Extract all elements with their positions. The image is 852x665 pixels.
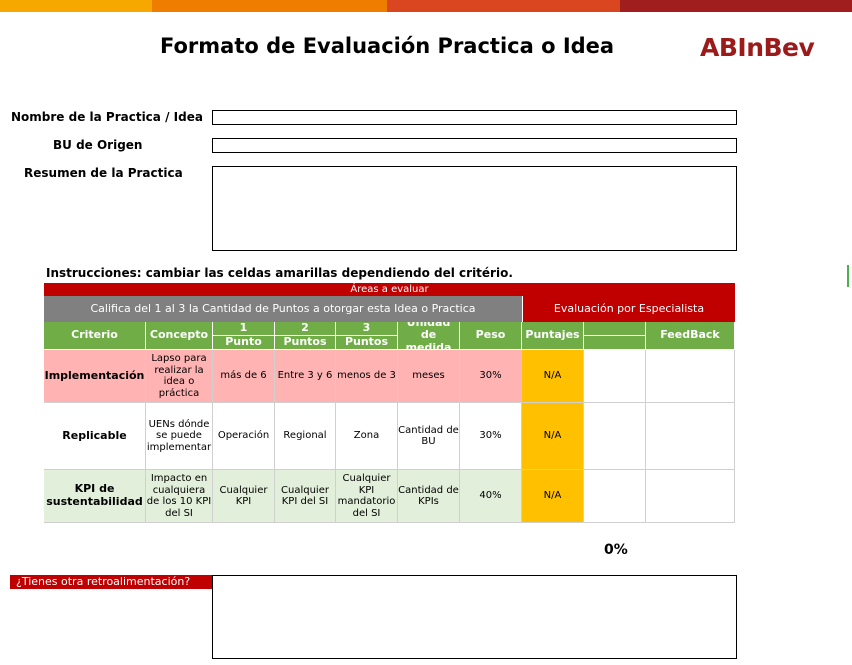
col-p1-num: 1 [213,322,275,336]
name-label: Nombre de la Practica / Idea [11,110,203,124]
page-title: Formato de Evaluación Practica o Idea [160,34,615,58]
col-peso: Peso [460,322,522,350]
abinbev-logo: ABInBev [700,33,815,62]
col-p1-label: Punto [213,336,275,350]
areas-header: Áreas a evaluar [44,283,735,296]
col-unidad: Unidad de medida [398,322,460,350]
name-field[interactable] [212,110,737,125]
col-p2-num: 2 [275,322,336,336]
row-3-peso: 40% [460,470,522,523]
row-3-puntaje[interactable]: N/A [522,470,584,523]
col-concepto: Concepto [146,322,213,350]
col-feedback: FeedBack [646,322,735,350]
row-3-p2: Cualquier KPI del SI [275,470,336,523]
col-criterio: Criterio [44,322,146,350]
evaluacion-header: Evaluación por Especialista [522,296,735,322]
row-1-criterio: Implementación [44,350,146,403]
row-3-feedback[interactable] [646,470,735,523]
row-2-p3: Zona [336,403,398,470]
row-1-concepto: Lapso para realizar la idea o práctica [146,350,213,403]
row-1-p3: menos de 3 [336,350,398,403]
col-p3-num: 3 [336,322,398,336]
row-2-blank[interactable] [584,403,646,470]
summary-field[interactable] [212,166,737,251]
row-3-criterio: KPI de sustentabilidad [44,470,146,523]
row-3-p3: Cualquier KPI mandatorio del SI [336,470,398,523]
col-p3-label: Puntos [336,336,398,350]
row-2-p1: Operación [213,403,275,470]
row-1-p1: más de 6 [213,350,275,403]
row-2-p2: Regional [275,403,336,470]
row-1-p2: Entre 3 y 6 [275,350,336,403]
col-blank-bottom [584,336,646,350]
summary-label: Resumen de la Practica [24,166,183,180]
bu-field[interactable] [212,138,737,153]
row-2-criterio: Replicable [44,403,146,470]
row-3-concepto: Impacto en cualquiera de los 10 KPI del … [146,470,213,523]
col-blank-top [584,322,646,336]
row-1-unidad: meses [398,350,460,403]
row-3-unidad: Cantidad de KPIs [398,470,460,523]
row-3-blank[interactable] [584,470,646,523]
row-2-unidad: Cantidad de BU [398,403,460,470]
row-2-peso: 30% [460,403,522,470]
bu-label: BU de Origen [53,138,143,152]
instructions-text: Instrucciones: cambiar las celdas amaril… [46,266,513,280]
row-1-blank[interactable] [584,350,646,403]
row-1-peso: 30% [460,350,522,403]
total-score: 0% [604,542,628,558]
row-1-puntaje[interactable]: N/A [522,350,584,403]
col-puntajes: Puntajes [522,322,584,350]
cell-selection-marker [847,265,849,287]
califica-header: Califica del 1 al 3 la Cantidad de Punto… [44,296,522,322]
row-2-feedback[interactable] [646,403,735,470]
feedback-field[interactable] [212,575,737,659]
feedback-question-label: ¿Tienes otra retroalimentación? [10,575,212,589]
col-p2-label: Puntos [275,336,336,350]
row-2-concepto: UENs dónde se puede implementar [146,403,213,470]
row-3-p1: Cualquier KPI [213,470,275,523]
row-1-feedback[interactable] [646,350,735,403]
top-color-bar [0,0,852,12]
row-2-puntaje[interactable]: N/A [522,403,584,470]
